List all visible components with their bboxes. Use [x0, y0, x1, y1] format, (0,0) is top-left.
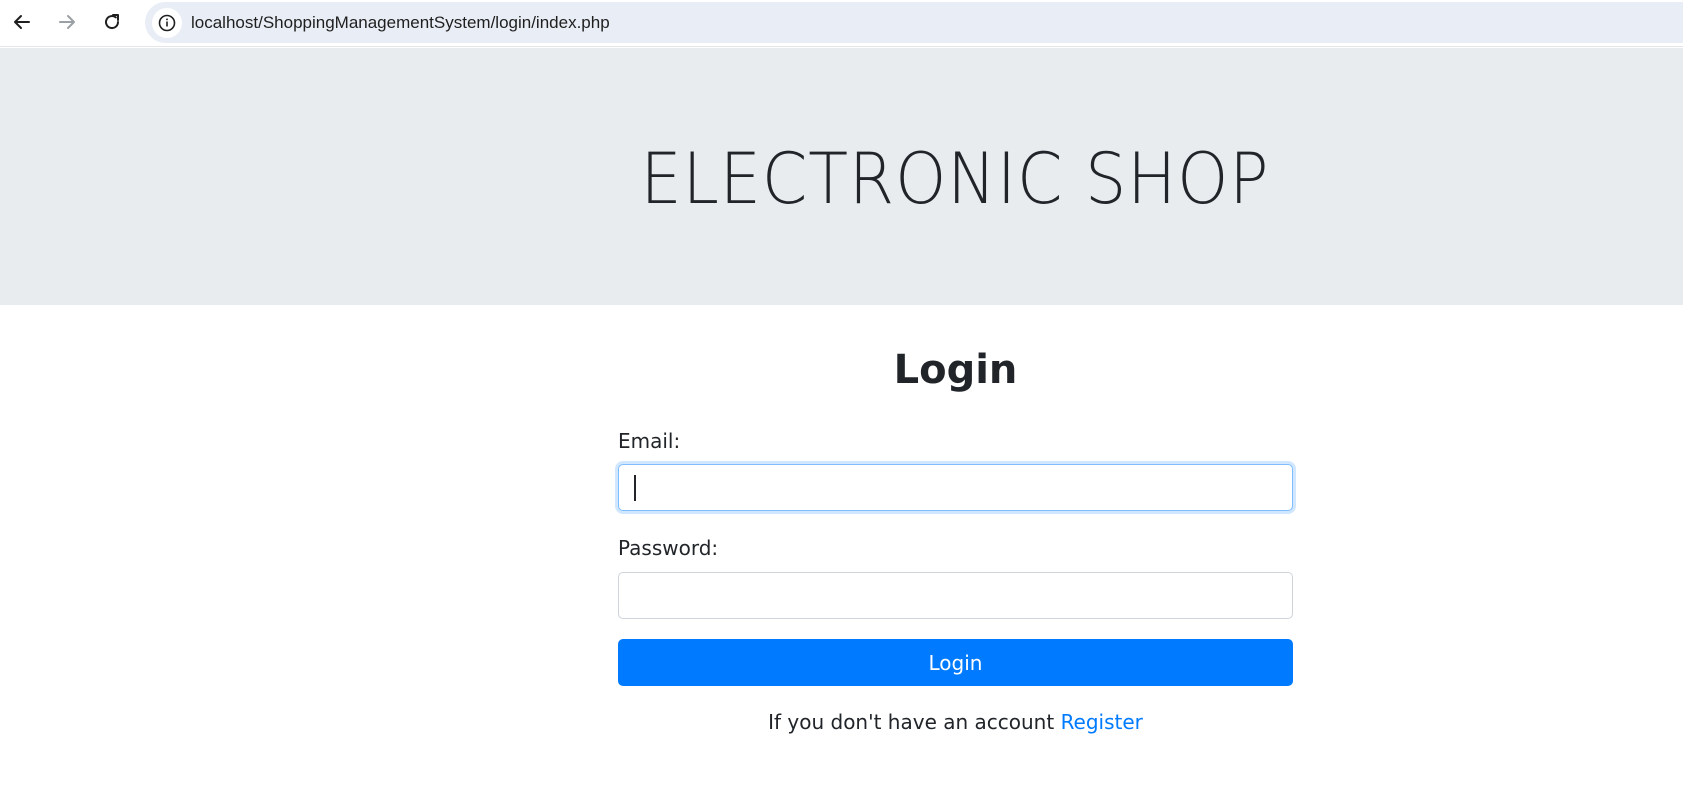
info-icon — [158, 14, 176, 32]
email-field[interactable] — [618, 464, 1293, 511]
address-bar[interactable]: localhost/ShoppingManagementSystem/login… — [145, 2, 1683, 43]
login-button[interactable]: Login — [618, 639, 1293, 686]
register-prompt: If you don't have an account Register — [618, 710, 1293, 734]
login-heading: Login — [893, 347, 1018, 393]
arrow-left-icon — [14, 15, 30, 29]
shop-title: ELECTRONIC SHOP — [640, 138, 1270, 220]
password-label: Password: — [618, 536, 719, 560]
url-text[interactable]: localhost/ShoppingManagementSystem/login… — [191, 13, 610, 33]
page-header: ELECTRONIC SHOP — [0, 48, 1683, 305]
text-caret — [634, 475, 636, 501]
browser-toolbar: localhost/ShoppingManagementSystem/login… — [0, 0, 1683, 47]
site-info-button[interactable] — [152, 8, 182, 38]
arrow-right-icon — [59, 15, 75, 29]
password-field[interactable] — [618, 572, 1293, 619]
reload-button[interactable] — [96, 6, 128, 38]
forward-button[interactable] — [51, 6, 83, 38]
back-button[interactable] — [6, 6, 38, 38]
register-link[interactable]: Register — [1061, 710, 1143, 734]
reload-icon — [105, 14, 120, 30]
register-prompt-text: If you don't have an account — [768, 710, 1055, 734]
email-label: Email: — [618, 429, 681, 453]
